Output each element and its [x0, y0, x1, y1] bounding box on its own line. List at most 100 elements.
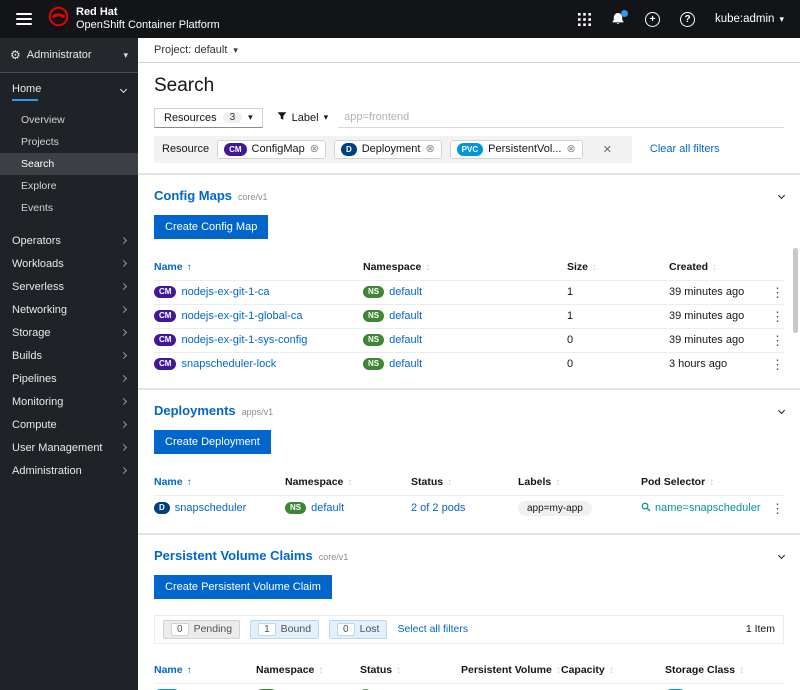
label-pill[interactable]: app=my-app — [518, 500, 592, 516]
project-selector[interactable]: Project: default ▾ — [138, 38, 800, 63]
sidebar-item-overview[interactable]: Overview — [0, 109, 138, 131]
create-deployment-button[interactable]: Create Deployment — [154, 429, 271, 454]
column-header-pod-selector[interactable]: Pod Selector ↕ — [641, 476, 769, 488]
filter-toggle-bound[interactable]: 1 Bound — [250, 619, 320, 639]
sidebar-item-events[interactable]: Events — [0, 197, 138, 219]
user-name: kube:admin — [715, 13, 775, 25]
filter-toggle-pending[interactable]: 0 Pending — [163, 619, 241, 639]
section-title: Persistent Volume Claims — [154, 547, 313, 563]
redhat-logo-icon — [48, 6, 69, 32]
deployments-table: Name ↑ Namespace ↕ Status ↕ Labels ↕ Pod Sel… — [154, 470, 784, 521]
sort-icon: ↕ — [712, 261, 718, 273]
sidebar-item-storage[interactable]: Storage — [0, 321, 138, 344]
column-header-name[interactable]: Name ↑ — [154, 261, 363, 273]
sidebar-item-networking[interactable]: Networking — [0, 298, 138, 321]
column-header-namespace[interactable]: Namespace ↕ — [363, 261, 567, 273]
column-header-capacity[interactable]: Capacity ↕ — [561, 664, 665, 676]
filter-toggle-lost[interactable]: 0 Lost — [329, 619, 388, 639]
column-header-name[interactable]: Name ↑ — [154, 476, 285, 488]
collapse-section-icon[interactable] — [777, 191, 786, 199]
column-header-storage-class[interactable]: Storage Class ↕ — [665, 664, 769, 676]
namespace-link[interactable]: default — [389, 334, 422, 346]
pvc-section-header: Persistent Volume Claims core/v1 — [154, 535, 786, 565]
sidebar-item-serverless[interactable]: Serverless — [0, 275, 138, 298]
sort-icon: ↕ — [347, 476, 353, 488]
sidebar-item-administration[interactable]: Administration — [0, 459, 138, 482]
namespace-link[interactable]: default — [389, 286, 422, 298]
clear-chip-group-icon[interactable]: ✕ — [591, 141, 624, 158]
configmap-link[interactable]: nodejs-ex-git-1-ca — [181, 286, 269, 298]
chevron-right-icon — [119, 374, 128, 383]
column-header-size[interactable]: Size ↕ — [567, 261, 669, 273]
brand-logo[interactable]: Red Hat OpenShift Container Platform — [48, 6, 220, 32]
select-all-filters-link[interactable]: Select all filters — [397, 623, 468, 635]
nav-toggle-icon[interactable] — [16, 13, 32, 25]
pods-status-link[interactable]: 2 of 2 pods — [411, 502, 465, 514]
sidebar-item-operators[interactable]: Operators — [0, 229, 138, 252]
sort-icon: ↕ — [608, 664, 614, 676]
app-launcher-icon[interactable] — [578, 12, 591, 26]
table-row: CM nodejs-ex-git-1-ca NS default 1 39 minu… — [154, 279, 784, 304]
chevron-right-icon — [119, 282, 128, 291]
remove-chip-icon[interactable]: ⊗ — [310, 143, 319, 155]
clear-all-filters-link[interactable]: Clear all filters — [650, 143, 720, 155]
sidebar-item-workloads[interactable]: Workloads — [0, 252, 138, 275]
deployment-link[interactable]: snapscheduler — [175, 502, 247, 514]
create-pvc-button[interactable]: Create Persistent Volume Claim — [154, 574, 332, 599]
brand-name: Red Hat — [76, 6, 118, 19]
chevron-right-icon — [119, 259, 128, 268]
remove-chip-icon[interactable]: ⊗ — [566, 143, 575, 155]
sidebar-item-explore[interactable]: Explore — [0, 175, 138, 197]
sidebar-item-compute[interactable]: Compute — [0, 413, 138, 436]
column-header-labels[interactable]: Labels ↕ — [518, 476, 641, 488]
pvc-badge: PVC — [456, 143, 484, 156]
namespace-link[interactable]: default — [389, 358, 422, 370]
sidebar-item-projects[interactable]: Projects — [0, 131, 138, 153]
chevron-down-icon: ▾ — [248, 112, 253, 122]
help-icon[interactable]: ? — [680, 11, 695, 27]
scrollbar-thumb[interactable] — [793, 248, 798, 333]
column-header-status[interactable]: Status ↕ — [411, 476, 518, 488]
column-header-persistent-volume[interactable]: Persistent Volume ↕ — [461, 664, 561, 676]
filter-chip-pvc: PVC PersistentVol... ⊗ — [449, 140, 583, 159]
notifications-bell-icon[interactable] — [611, 10, 628, 26]
column-header-name[interactable]: Name ↑ — [154, 664, 256, 676]
configmap-link[interactable]: nodejs-ex-git-1-global-ca — [181, 310, 302, 322]
kebab-menu-icon[interactable]: ⋮ — [769, 502, 784, 515]
configmap-link[interactable]: nodejs-ex-git-1-sys-config — [181, 334, 307, 346]
size-value: 1 — [567, 286, 574, 299]
sidebar-item-pipelines[interactable]: Pipelines — [0, 367, 138, 390]
collapse-section-icon[interactable] — [777, 551, 786, 559]
collapse-section-icon[interactable] — [777, 406, 786, 414]
remove-chip-icon[interactable]: ⊗ — [425, 143, 434, 155]
sidebar-item-search[interactable]: Search — [0, 153, 138, 175]
gear-icon: ⚙ — [10, 48, 21, 62]
perspective-switcher[interactable]: ⚙ Administrator ▾ — [0, 38, 138, 73]
main-content: Project: default ▾ Search Resources 3 ▾ … — [138, 38, 800, 690]
sidebar-item-home[interactable]: Home — [0, 73, 138, 105]
kebab-menu-icon[interactable]: ⋮ — [769, 310, 784, 323]
table-row: PVCcsi-pvc NSdefault ✓Bound PVpvc-bbd6a8… — [154, 682, 784, 690]
filter-type-dropdown[interactable]: Label ▾ — [277, 111, 328, 124]
column-header-namespace[interactable]: Namespace ↕ — [285, 476, 411, 488]
chevron-down-icon — [119, 85, 128, 93]
import-yaml-icon[interactable]: + — [645, 11, 660, 27]
resources-dropdown[interactable]: Resources 3 ▾ — [154, 107, 263, 128]
kebab-menu-icon[interactable]: ⋮ — [769, 334, 784, 347]
column-header-namespace[interactable]: Namespace ↕ — [256, 664, 360, 676]
sidebar-item-builds[interactable]: Builds — [0, 344, 138, 367]
sidebar-item-monitoring[interactable]: Monitoring — [0, 390, 138, 413]
column-header-created[interactable]: Created ↕ — [669, 261, 769, 273]
sidebar-item-user-management[interactable]: User Management — [0, 436, 138, 459]
label-filter-input[interactable] — [338, 107, 784, 128]
create-configmap-button[interactable]: Create Config Map — [154, 214, 269, 239]
user-menu[interactable]: kube:admin ▾ — [715, 13, 784, 25]
namespace-link[interactable]: default — [389, 310, 422, 322]
item-count: 1 Item — [745, 623, 775, 636]
configmap-link[interactable]: snapscheduler-lock — [181, 358, 276, 370]
column-header-status[interactable]: Status ↕ — [360, 664, 461, 676]
kebab-menu-icon[interactable]: ⋮ — [769, 358, 784, 371]
namespace-link[interactable]: default — [311, 502, 344, 514]
pod-selector-link[interactable]: name=snapscheduler — [641, 502, 769, 515]
kebab-menu-icon[interactable]: ⋮ — [769, 286, 784, 299]
